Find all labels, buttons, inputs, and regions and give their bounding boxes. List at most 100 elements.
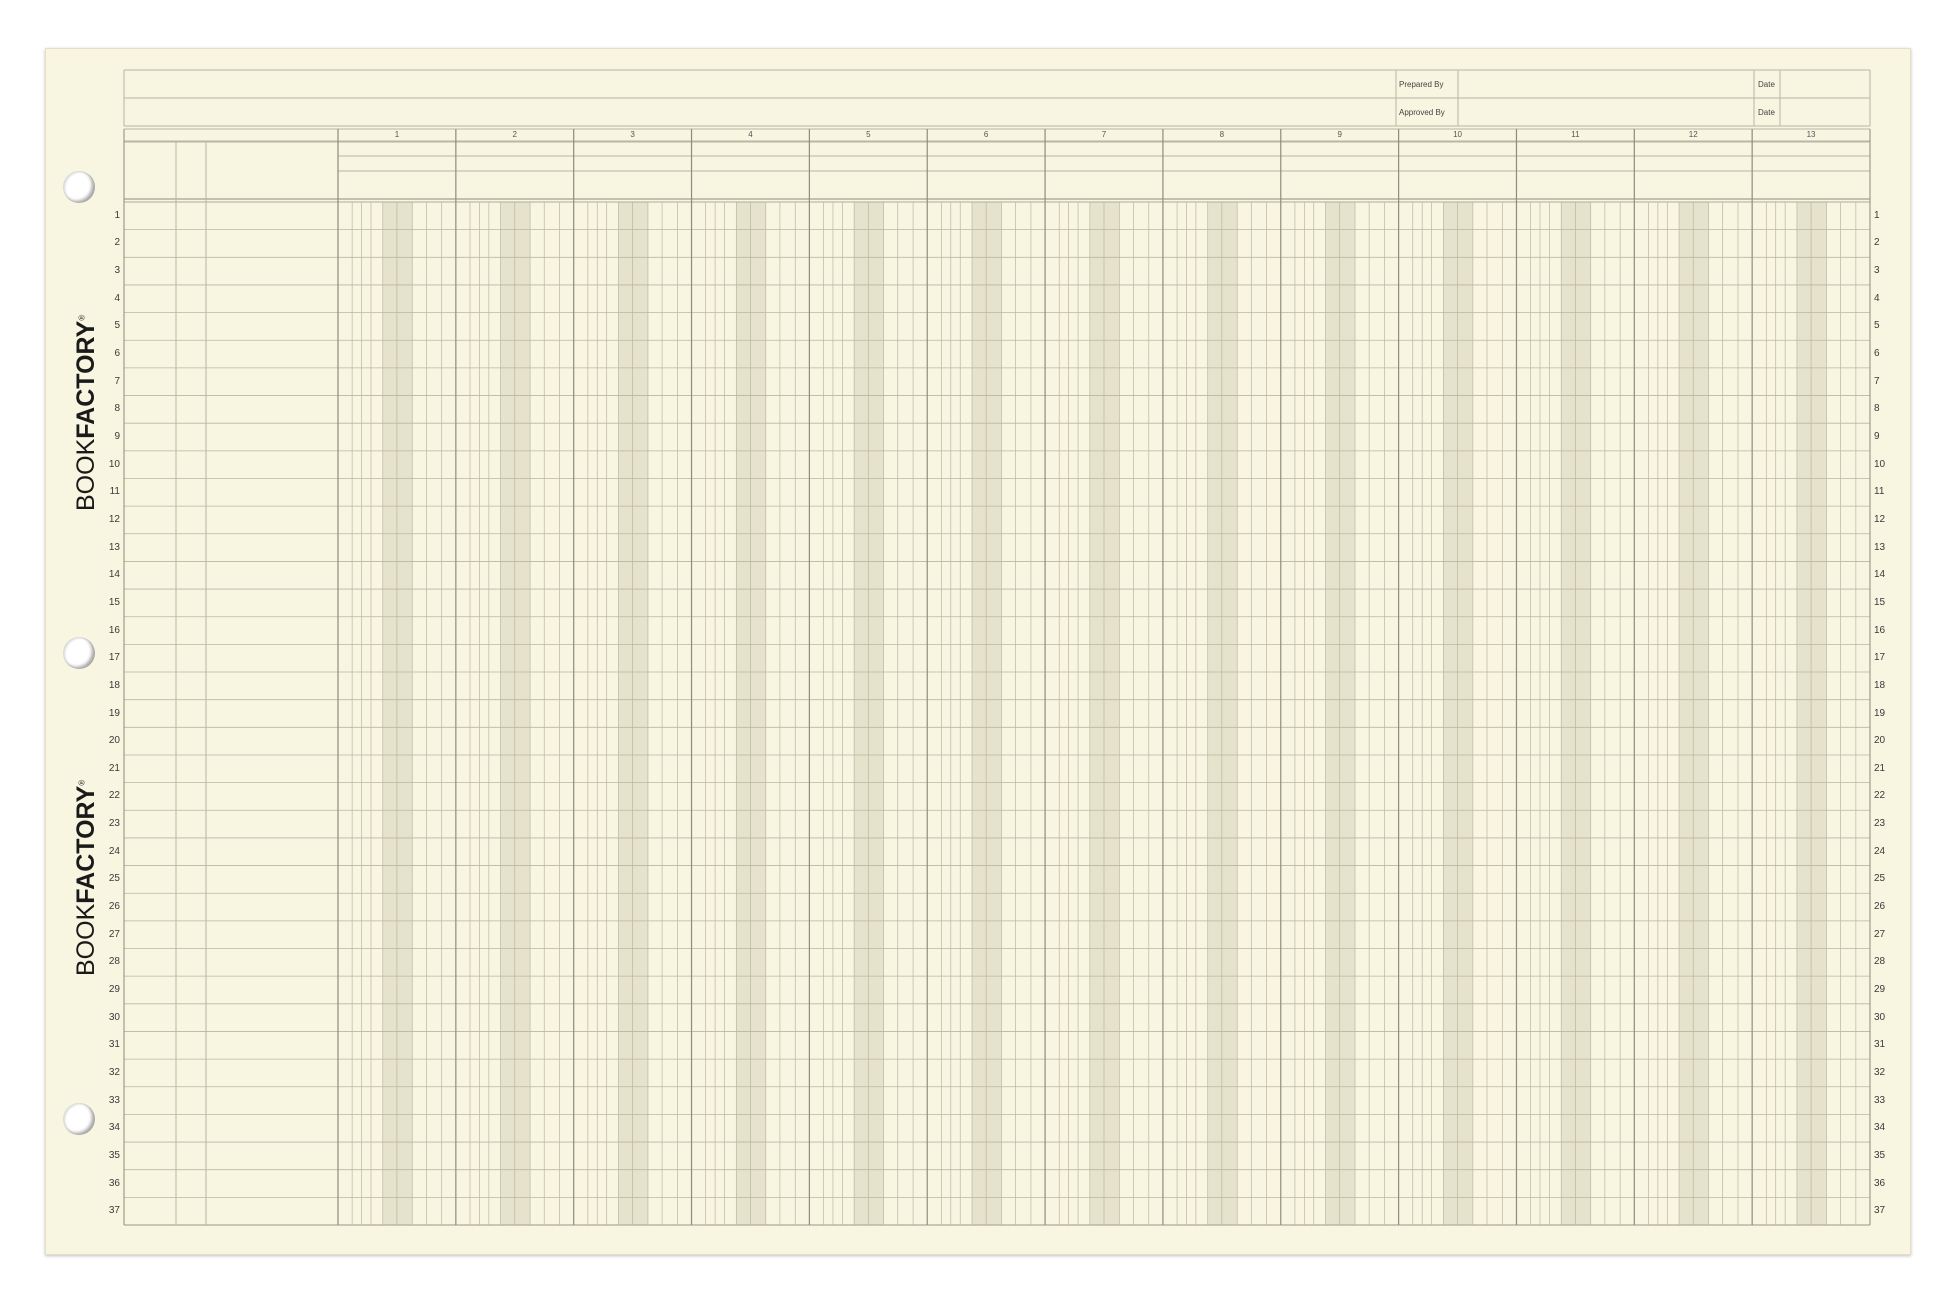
row-number-left: 27 — [108, 928, 120, 940]
row-number-right: 11 — [1874, 486, 1885, 498]
row-number-left: 12 — [108, 513, 120, 525]
row-number-left: 21 — [108, 762, 120, 774]
column-number: 4 — [748, 130, 753, 139]
column-number: 12 — [1688, 130, 1698, 139]
column-number: 11 — [1571, 130, 1580, 139]
row-number-left: 3 — [114, 265, 120, 277]
row-number-left: 37 — [108, 1205, 120, 1217]
row-number-right: 14 — [1874, 569, 1886, 581]
row-number-left: 13 — [108, 541, 120, 553]
row-number-right: 35 — [1874, 1149, 1886, 1161]
row-number-left: 26 — [108, 901, 120, 913]
column-number: 3 — [630, 130, 635, 139]
row-number-right: 33 — [1874, 1094, 1886, 1106]
row-number-left: 5 — [114, 320, 120, 332]
column-shade-band — [1325, 202, 1356, 1225]
row-number-right: 3 — [1874, 265, 1880, 277]
row-number-right: 26 — [1874, 901, 1886, 913]
row-number-left: 31 — [108, 1039, 120, 1051]
row-number-left: 18 — [108, 679, 120, 691]
row-number-right: 23 — [1874, 818, 1886, 830]
row-number-left: 30 — [108, 1011, 120, 1023]
column-shade-band — [1443, 202, 1473, 1225]
column-number: 7 — [1101, 130, 1107, 139]
row-number-right: 16 — [1874, 624, 1886, 636]
row-number-left: 8 — [114, 403, 120, 415]
row-number-left: 17 — [108, 652, 120, 664]
row-number-left: 10 — [108, 458, 120, 470]
row-number-right: 30 — [1874, 1011, 1886, 1023]
row-number-left: 35 — [108, 1149, 120, 1161]
row-number-right: 21 — [1874, 762, 1886, 774]
column-number: 5 — [866, 130, 871, 139]
row-number-left: 4 — [114, 292, 120, 304]
row-number-left: 29 — [108, 983, 120, 995]
column-number: 1 — [394, 130, 400, 139]
row-number-right: 5 — [1874, 320, 1880, 332]
row-number-right: 15 — [1874, 596, 1886, 608]
column-shade-band — [854, 202, 884, 1225]
row-number-right: 1 — [1874, 209, 1880, 221]
row-number-right: 31 — [1874, 1039, 1886, 1051]
row-number-left: 33 — [108, 1094, 120, 1106]
row-number-right: 37 — [1874, 1205, 1886, 1217]
row-number-right: 20 — [1874, 735, 1886, 747]
row-number-right: 18 — [1874, 679, 1886, 691]
column-shade-band — [736, 202, 766, 1225]
row-number-right: 27 — [1874, 928, 1886, 940]
column-shade-band — [1561, 202, 1591, 1225]
row-number-left: 7 — [114, 375, 120, 387]
column-number: 9 — [1337, 130, 1342, 139]
row-number-left: 25 — [108, 873, 120, 885]
row-number-left: 1 — [114, 209, 120, 221]
column-number: 13 — [1806, 130, 1816, 139]
row-number-left: 23 — [108, 818, 120, 830]
column-shade-band — [1796, 202, 1827, 1225]
column-shade-band — [500, 202, 531, 1225]
row-number-left: 22 — [108, 790, 120, 802]
column-shade-band — [1207, 202, 1238, 1225]
row-number-right: 34 — [1874, 1122, 1886, 1134]
row-number-right: 6 — [1874, 348, 1880, 360]
column-number: 8 — [1219, 130, 1225, 139]
row-number-right: 13 — [1874, 541, 1886, 553]
row-number-right: 22 — [1874, 790, 1886, 802]
row-number-left: 11 — [109, 486, 120, 498]
column-shade-band — [972, 202, 1002, 1225]
row-number-right: 9 — [1874, 431, 1880, 442]
row-number-right: 19 — [1874, 707, 1886, 719]
row-number-left: 16 — [108, 624, 120, 636]
column-shade-band — [1089, 202, 1120, 1225]
row-number-left: 9 — [114, 431, 120, 442]
row-number-left: 14 — [108, 569, 120, 581]
row-number-left: 19 — [108, 707, 120, 719]
row-number-right: 32 — [1874, 1066, 1886, 1078]
row-number-right: 7 — [1874, 375, 1880, 387]
row-number-left: 34 — [108, 1122, 120, 1134]
row-number-left: 36 — [108, 1177, 120, 1189]
row-number-left: 20 — [108, 735, 120, 747]
row-number-right: 10 — [1874, 458, 1886, 470]
row-number-right: 4 — [1874, 292, 1880, 304]
row-number-left: 32 — [108, 1066, 120, 1078]
row-number-right: 29 — [1874, 983, 1886, 995]
row-number-right: 2 — [1874, 237, 1880, 249]
row-number-left: 24 — [108, 845, 120, 857]
row-number-left: 6 — [114, 348, 120, 360]
column-number: 6 — [983, 130, 989, 139]
row-number-right: 12 — [1874, 513, 1886, 525]
column-shade-band — [382, 202, 413, 1225]
row-number-right: 8 — [1874, 403, 1880, 415]
column-shade-band — [618, 202, 648, 1225]
column-shade-band — [1679, 202, 1709, 1225]
row-number-left: 15 — [108, 596, 120, 608]
column-number: 10 — [1453, 130, 1462, 139]
row-number-right: 28 — [1874, 956, 1886, 968]
column-number: 2 — [512, 130, 517, 139]
row-number-right: 17 — [1874, 652, 1886, 664]
row-number-right: 24 — [1874, 845, 1886, 857]
ledger-grid — [123, 69, 1871, 1226]
ledger-sheet: BOOKFACTORY® BOOKFACTORY® Prepared By Ap… — [45, 48, 1911, 1255]
row-number-left: 28 — [108, 956, 120, 968]
row-number-left: 2 — [114, 237, 120, 249]
